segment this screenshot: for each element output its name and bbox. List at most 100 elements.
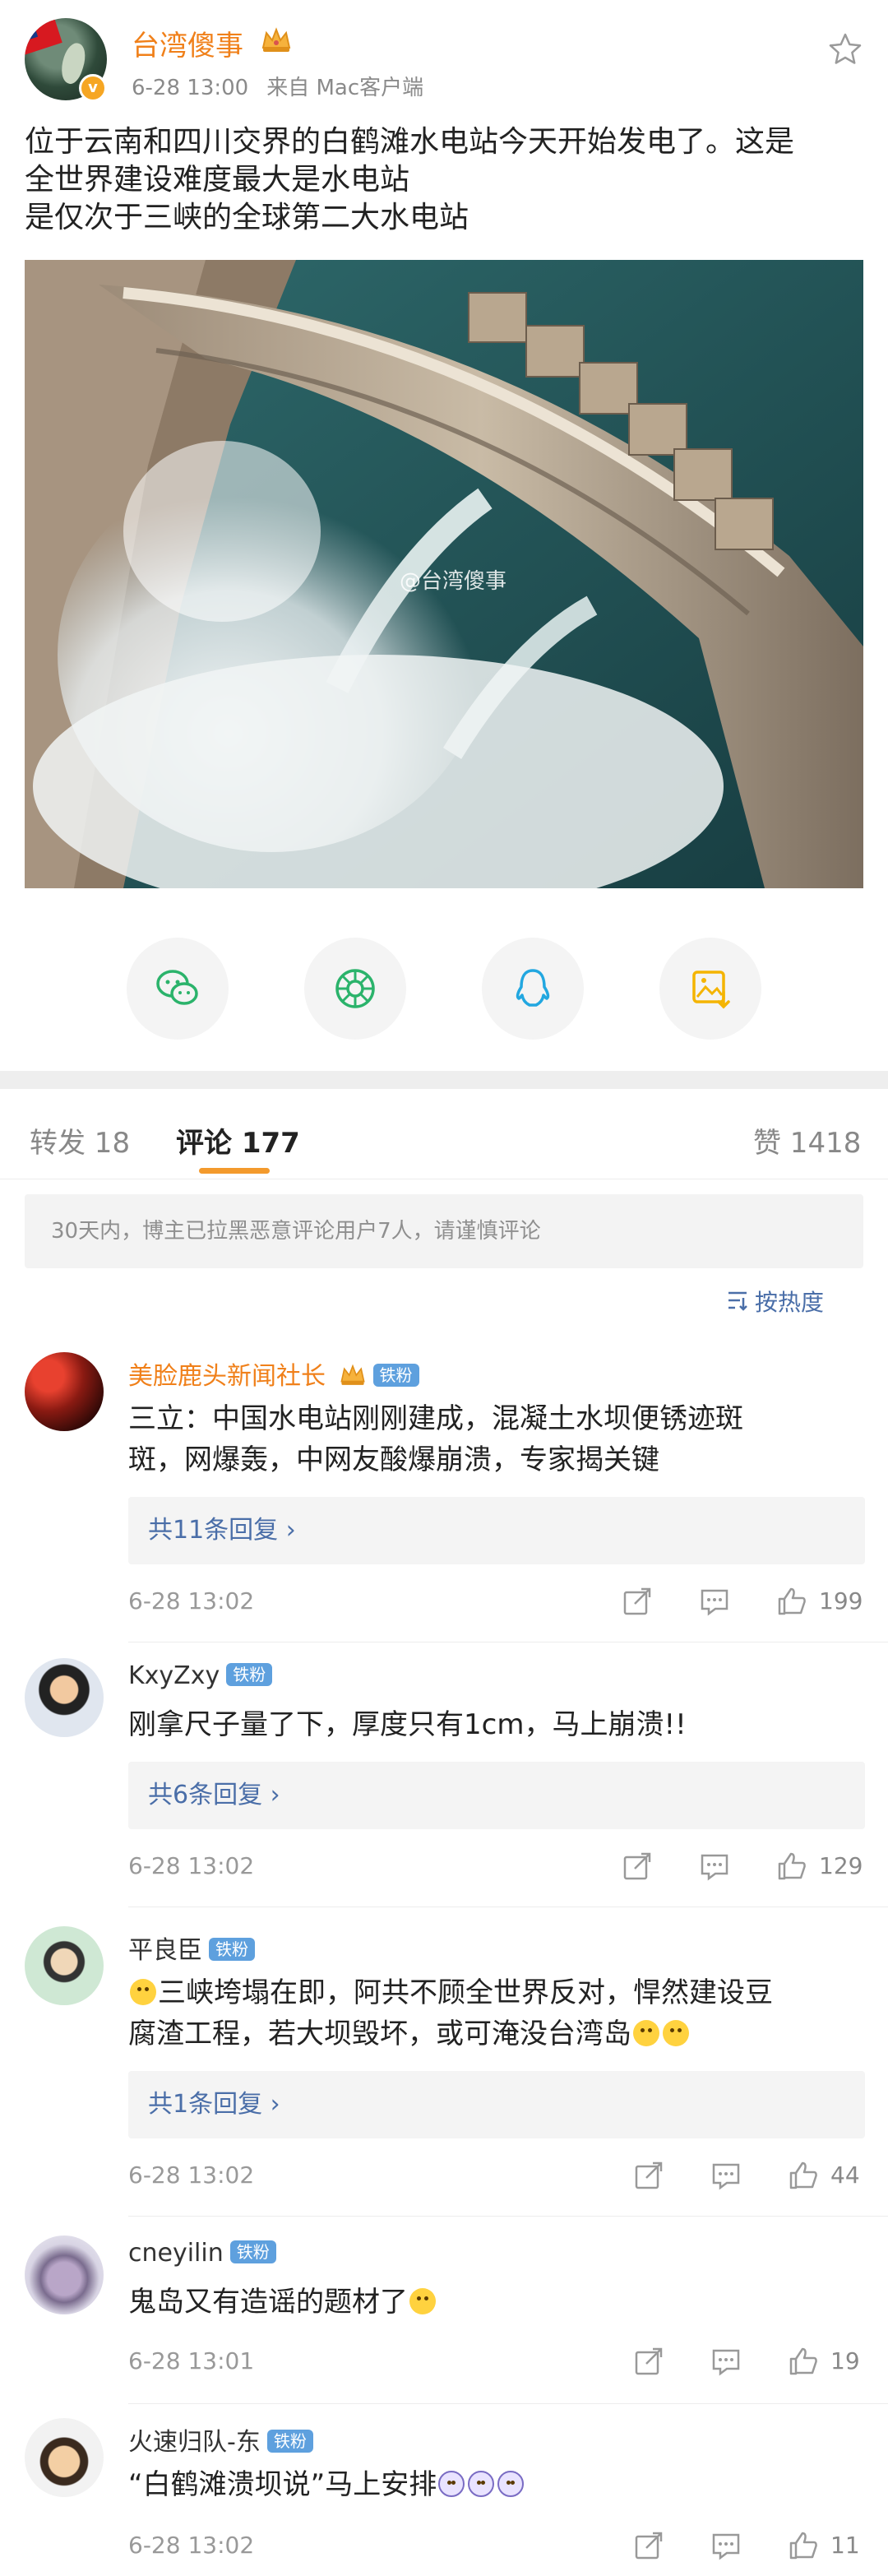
- share-qq-button[interactable]: [482, 938, 584, 1040]
- tab-like[interactable]: 赞 1418: [753, 1120, 861, 1161]
- post-time: 6-28 13:00: [132, 76, 249, 100]
- post-source: 来自 Mac客户端: [266, 76, 424, 100]
- sort-icon: [728, 1291, 747, 1311]
- laugh-cry-emoji-icon: [633, 2020, 659, 2046]
- comment-actions: 19: [633, 2346, 880, 2379]
- comment-text-line: 刚拿尺子量了下，厚度只有1cm，马上崩溃!!: [128, 1708, 687, 1741]
- comment-actions: 11: [633, 2530, 880, 2563]
- comment-icon[interactable]: [710, 2346, 742, 2377]
- comment-text: 刚拿尺子量了下，厚度只有1cm，马上崩溃!!: [128, 1704, 852, 1745]
- share-moments-button[interactable]: [304, 938, 406, 1040]
- like-count: 199: [819, 1587, 863, 1615]
- commenter-name-text: 火速归队-东: [128, 2428, 261, 2457]
- share-wechat-button[interactable]: [127, 938, 229, 1040]
- post-text-line: 位于云南和四川交界的白鹤滩水电站今天开始发电了。这是: [25, 125, 795, 159]
- commenter-name[interactable]: 火速归队-东 铁粉: [128, 2421, 313, 2458]
- tab-repost[interactable]: 转发 18: [30, 1120, 130, 1161]
- tab-comment[interactable]: 评论 177: [176, 1120, 300, 1161]
- like-count: 19: [830, 2347, 860, 2374]
- smile-emoji-icon: [130, 1979, 156, 2005]
- comment-time: 6-28 13:02: [128, 1587, 255, 1615]
- comment-time: 6-28 13:02: [128, 2161, 255, 2189]
- commenter-name[interactable]: 美脸鹿头新闻社长 铁粉: [128, 1355, 419, 1392]
- comment-icon[interactable]: [699, 1586, 730, 1617]
- shocked-emoji-icon: [497, 2471, 525, 2497]
- comment-text: “白鹤滩溃坝说”马上安排: [128, 2464, 852, 2505]
- comment-separator: [128, 2403, 888, 2404]
- comment-text-line: 斑，网爆轰，中网友酸爆崩溃，专家揭关键: [128, 1443, 659, 1476]
- repost-icon[interactable]: [622, 1851, 653, 1882]
- fan-badge: 铁粉: [266, 2430, 313, 2453]
- star-icon[interactable]: [827, 31, 863, 67]
- comment-text: 鬼岛又有造谣的题材了: [128, 2282, 852, 2323]
- comment-actions: 199: [622, 1586, 868, 1619]
- post-text-line: 是仅次于三峡的全球第二大水电站: [25, 201, 469, 234]
- image-watermark: @台湾傻事: [400, 569, 507, 594]
- commenter-name-text: KxyZxy: [128, 1661, 220, 1690]
- qq-icon: [516, 969, 550, 1007]
- shocked-emoji-icon: [438, 2471, 465, 2497]
- commenter-avatar[interactable]: [25, 1352, 104, 1431]
- like-icon[interactable]: [776, 1586, 807, 1617]
- commenter-name[interactable]: 平良臣 铁粉: [128, 1930, 255, 1966]
- replies-link[interactable]: 共11条回复 ›: [128, 1497, 865, 1564]
- comment-icon[interactable]: [710, 2530, 742, 2561]
- tab-active-indicator: [199, 1168, 270, 1174]
- commenter-avatar[interactable]: [25, 2418, 104, 2497]
- like-icon[interactable]: [788, 2160, 819, 2191]
- author-name[interactable]: 台湾傻事: [132, 23, 243, 63]
- fan-badge: 铁粉: [229, 2240, 276, 2263]
- laugh-cry-emoji-icon: [663, 2020, 689, 2046]
- shocked-emoji-icon: [468, 2471, 495, 2497]
- comment-icon[interactable]: [699, 1851, 730, 1882]
- comment-time: 6-28 13:01: [128, 2347, 255, 2374]
- comment-actions: 129: [622, 1851, 868, 1883]
- commenter-name[interactable]: cneyilin 铁粉: [128, 2239, 276, 2268]
- laugh-cry-emoji-icon: [409, 2288, 436, 2314]
- comment-text-line: 三立：中国水电站刚刚建成，混凝土水坝便锈迹斑: [128, 1402, 743, 1435]
- repost-icon[interactable]: [633, 2530, 664, 2561]
- crown-badge-icon: [261, 27, 291, 52]
- replies-link[interactable]: 共1条回复 ›: [128, 2071, 865, 2138]
- fan-badge: 铁粉: [226, 1663, 273, 1686]
- moments-icon: [335, 969, 375, 1008]
- like-count: 44: [830, 2161, 860, 2189]
- commenter-name[interactable]: KxyZxy 铁粉: [128, 1661, 273, 1690]
- like-icon[interactable]: [788, 2530, 819, 2561]
- post-header: v 台湾傻事 6-28 13:00 来自 Mac客户端: [0, 0, 888, 115]
- post-image[interactable]: @台湾傻事: [25, 260, 863, 888]
- commenter-name-text: 美脸鹿头新闻社长: [128, 1362, 326, 1391]
- comment-text: 三峡垮塌在即，阿共不顾全世界反对，悍然建设豆 腐渣工程，若大坝毁坏，或可淹没台湾…: [128, 1972, 852, 2055]
- comment-icon[interactable]: [710, 2160, 742, 2191]
- commenter-avatar[interactable]: [25, 1658, 104, 1737]
- share-row: [0, 938, 888, 1040]
- comment-separator: [128, 2216, 888, 2217]
- verified-badge-icon: v: [79, 74, 107, 102]
- repost-icon[interactable]: [633, 2160, 664, 2191]
- sort-button[interactable]: 按热度: [728, 1285, 825, 1318]
- like-icon[interactable]: [776, 1851, 807, 1882]
- commenter-avatar[interactable]: [25, 2235, 104, 2314]
- commenter-name-text: cneyilin: [128, 2239, 224, 2268]
- comment-time: 6-28 13:02: [128, 2532, 255, 2559]
- commenter-avatar[interactable]: [25, 1926, 104, 2005]
- post-meta: 6-28 13:00 来自 Mac客户端: [132, 71, 423, 101]
- repost-icon[interactable]: [622, 1586, 653, 1617]
- flag-image: [25, 18, 62, 55]
- post-text-line: 全世界建设难度最大是水电站: [25, 163, 410, 197]
- save-image-button[interactable]: [659, 938, 761, 1040]
- like-count: 11: [830, 2532, 860, 2559]
- replies-link[interactable]: 共6条回复 ›: [128, 1762, 865, 1829]
- comment-text: 三立：中国水电站刚刚建成，混凝土水坝便锈迹斑 斑，网爆轰，中网友酸爆崩溃，专家揭…: [128, 1398, 852, 1480]
- comment-notice: 30天内，博主已拉黑恶意评论用户7人，请谨慎评论: [25, 1194, 863, 1268]
- like-icon[interactable]: [788, 2346, 819, 2377]
- sort-label: 按热度: [755, 1289, 825, 1316]
- section-divider: [0, 1071, 888, 1089]
- commenter-name-text: 平良臣: [128, 1936, 202, 1965]
- fan-badge: 铁粉: [209, 1938, 255, 1961]
- tabs-bar: 转发 18 评论 177 赞 1418: [0, 1089, 888, 1179]
- comment-text-line: 鬼岛又有造谣的题材了: [128, 2286, 408, 2319]
- repost-icon[interactable]: [633, 2346, 664, 2377]
- crown-badge-icon: [340, 1364, 365, 1385]
- like-count: 129: [819, 1852, 863, 1879]
